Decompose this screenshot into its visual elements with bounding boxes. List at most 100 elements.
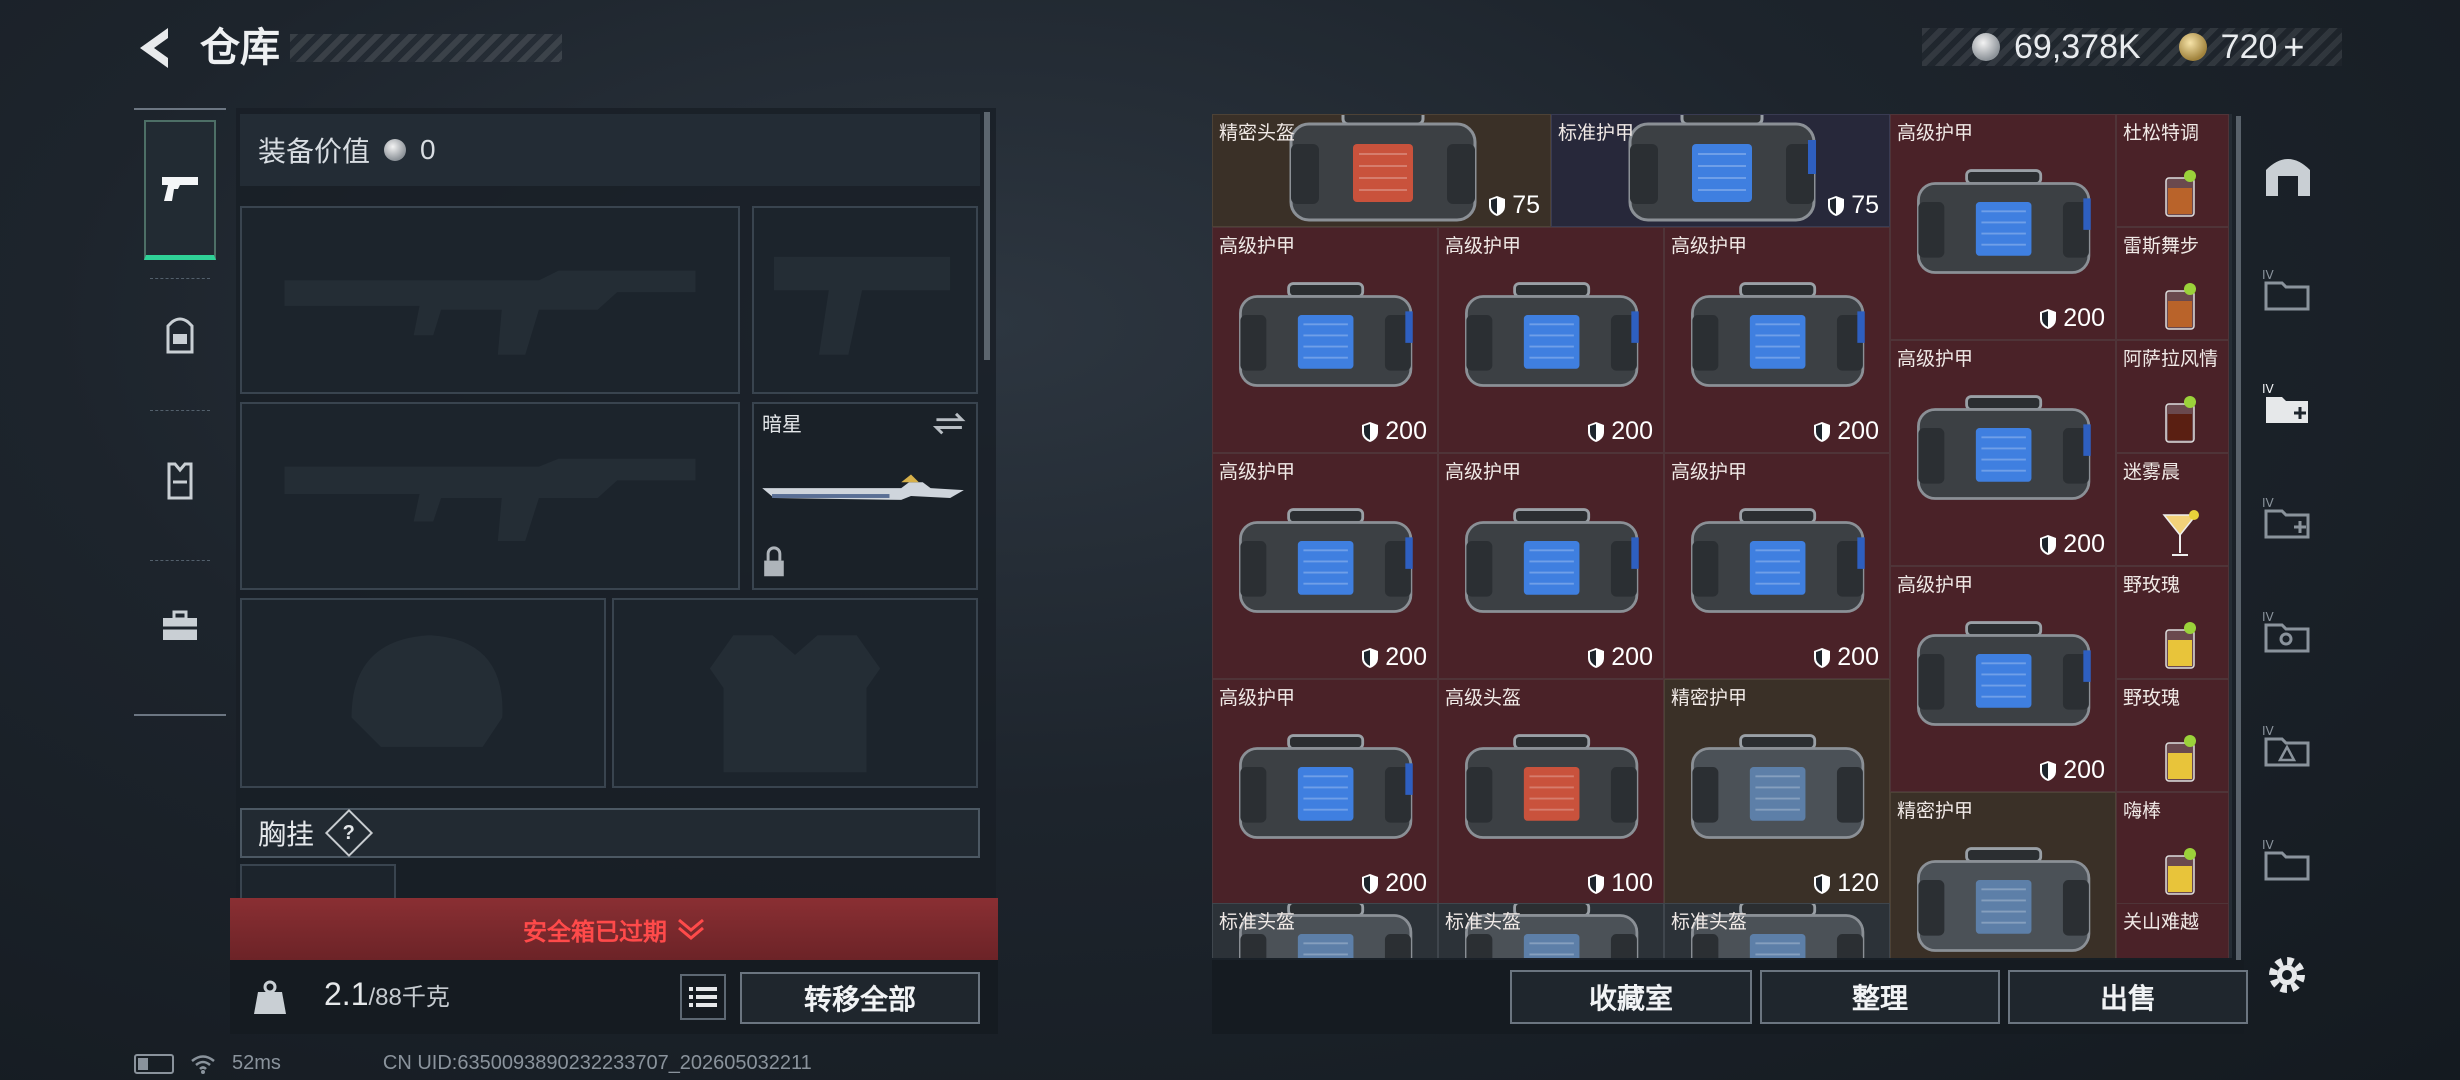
primary-weapon-slot-2[interactable]	[240, 402, 740, 590]
item-name: 标准护甲	[1558, 123, 1635, 144]
primary-weapon-slot[interactable]	[240, 206, 740, 394]
silver-coin-icon	[1972, 33, 2000, 61]
storage-tab-4-6[interactable]: IV	[2252, 810, 2324, 910]
shield-icon	[2040, 308, 2057, 329]
item-name: 高级护甲	[1897, 349, 1974, 370]
durability-value: 200	[1587, 643, 1653, 672]
item-name: 高级护甲	[1219, 462, 1296, 483]
helmet-slot[interactable]	[240, 598, 606, 788]
inventory-item[interactable]: 高级护甲 200	[1212, 679, 1438, 905]
armor-bag-icon	[1691, 733, 1865, 839]
inventory-item[interactable]: 高级护甲 200	[1438, 227, 1664, 453]
inventory-item[interactable]: 杜松特调	[2116, 114, 2229, 227]
shield-icon	[1362, 647, 1379, 668]
storage-tab-4-1[interactable]: IV	[2252, 240, 2324, 340]
inventory-item[interactable]: 高级护甲 200	[1212, 453, 1438, 679]
chest-rig-row[interactable]: 胸挂 ?	[240, 808, 980, 858]
melee-slot[interactable]: 暗星	[752, 402, 978, 590]
armor-bag-icon	[1917, 168, 2092, 274]
back-arrow-icon[interactable]	[130, 22, 176, 74]
inventory-item[interactable]: 野玫瑰	[2116, 566, 2229, 679]
collection-room-button[interactable]: 收藏室	[1510, 970, 1752, 1024]
inventory-item[interactable]: 标准头盔	[1438, 903, 1664, 958]
cocktail-icon	[2164, 622, 2196, 669]
equipment-value: 0	[420, 134, 436, 165]
inventory-item[interactable]: 野玫瑰	[2116, 679, 2229, 792]
inventory-item[interactable]: 标准头盔	[1212, 903, 1438, 958]
search-folder-icon: IV	[2262, 610, 2310, 653]
secondary-weapon-slot[interactable]	[752, 206, 978, 394]
shield-icon	[1814, 647, 1831, 668]
sort-button[interactable]: 整理	[1760, 970, 2000, 1024]
durability-value: 120	[1813, 869, 1879, 898]
shield-icon	[1588, 647, 1605, 668]
inventory-item[interactable]: 高级护甲 200	[1212, 227, 1438, 453]
title-decoration	[290, 34, 562, 62]
durability-value: 100	[1587, 869, 1653, 898]
item-name: 精密护甲	[1897, 801, 1974, 822]
inventory-item[interactable]: 高级护甲 200	[1664, 227, 1890, 453]
armor-silhouette-icon	[709, 635, 881, 773]
tab-weapons[interactable]	[144, 120, 216, 260]
storage-tab-4-4[interactable]: IV	[2252, 582, 2324, 682]
armor-bag-icon	[1239, 281, 1414, 387]
durability-value: 75	[1488, 191, 1540, 220]
inventory-item[interactable]: 精密护甲 120	[1664, 679, 1890, 905]
carry-weight: 2.1/88千克	[324, 976, 450, 1012]
list-view-button[interactable]	[680, 974, 726, 1020]
inventory-item[interactable]: 高级护甲 200	[1890, 114, 2116, 340]
equipment-scrollbar[interactable]	[984, 112, 990, 360]
storage-tab-4-3[interactable]: IV	[2252, 468, 2324, 568]
inventory-item[interactable]: 嗨棒	[2116, 792, 2229, 905]
tab-toolbox[interactable]	[144, 556, 216, 696]
help-icon[interactable]: ?	[324, 808, 374, 858]
inventory-item[interactable]: 高级护甲 200	[1438, 453, 1664, 679]
item-name: 高级护甲	[1445, 236, 1522, 257]
inventory-item[interactable]: 标准护甲 75	[1551, 114, 1890, 227]
cocktail-icon	[2164, 283, 2196, 330]
folder-icon: IV	[2262, 268, 2310, 311]
warning-folder-icon: IV	[2262, 724, 2310, 767]
vest-icon	[167, 462, 193, 500]
status-bar: 52ms CN UID:6350093890232233707_20260503…	[134, 1052, 812, 1075]
inventory-item[interactable]: 精密护甲	[1890, 792, 2116, 958]
add-currency-button[interactable]: +	[2283, 26, 2304, 68]
gold-coin-icon	[2178, 33, 2207, 61]
inventory-scrollbar[interactable]	[2236, 116, 2241, 962]
tab-vest[interactable]	[144, 410, 216, 550]
wifi-icon	[191, 1054, 215, 1074]
safebox-status: 安全箱已过期	[523, 918, 667, 946]
inventory-item[interactable]: 阿萨拉风情	[2116, 340, 2229, 453]
transfer-all-button[interactable]: 转移全部	[740, 972, 980, 1024]
item-name: 迷雾晨	[2123, 462, 2181, 483]
storage-tab-4-5[interactable]: IV	[2252, 696, 2324, 796]
safebox-expired-banner[interactable]: 安全箱已过期	[230, 898, 998, 960]
rifle-silhouette-icon	[284, 458, 696, 542]
inventory-item[interactable]: 标准头盔	[1664, 903, 1890, 958]
warehouse-icon	[2266, 159, 2310, 196]
inventory-item[interactable]: 精密头盔 75	[1212, 114, 1551, 227]
inventory-item[interactable]: 高级头盔 100	[1438, 679, 1664, 905]
storage-tab-4-2[interactable]: IV	[2252, 354, 2324, 454]
inventory-item[interactable]: 高级护甲 200	[1890, 340, 2116, 566]
item-name: 高级护甲	[1897, 575, 1974, 596]
armor-slot[interactable]	[612, 598, 978, 788]
inventory-item[interactable]: 雷斯舞步	[2116, 227, 2229, 340]
cocktail-icon	[2161, 510, 2199, 556]
item-name: 高级护甲	[1897, 123, 1974, 144]
page-title: 仓库	[200, 26, 280, 70]
inventory-item[interactable]: 高级护甲 200	[1664, 453, 1890, 679]
shield-icon	[1588, 873, 1605, 894]
tab-backpack[interactable]	[144, 266, 216, 406]
inventory-item[interactable]: 迷雾晨	[2116, 453, 2229, 566]
storage-tab-main[interactable]	[2252, 126, 2324, 226]
settings-gear-icon[interactable]	[2264, 952, 2310, 998]
sell-button[interactable]: 出售	[2008, 970, 2248, 1024]
inventory-item[interactable]: 关山难越	[2116, 903, 2229, 958]
armor-bag-icon	[1239, 733, 1414, 839]
durability-value: 200	[1361, 643, 1427, 672]
durability-value: 200	[1587, 417, 1653, 446]
lock-icon	[764, 546, 784, 577]
armor-bag-icon	[1917, 846, 2091, 952]
inventory-item[interactable]: 高级护甲 200	[1890, 566, 2116, 792]
